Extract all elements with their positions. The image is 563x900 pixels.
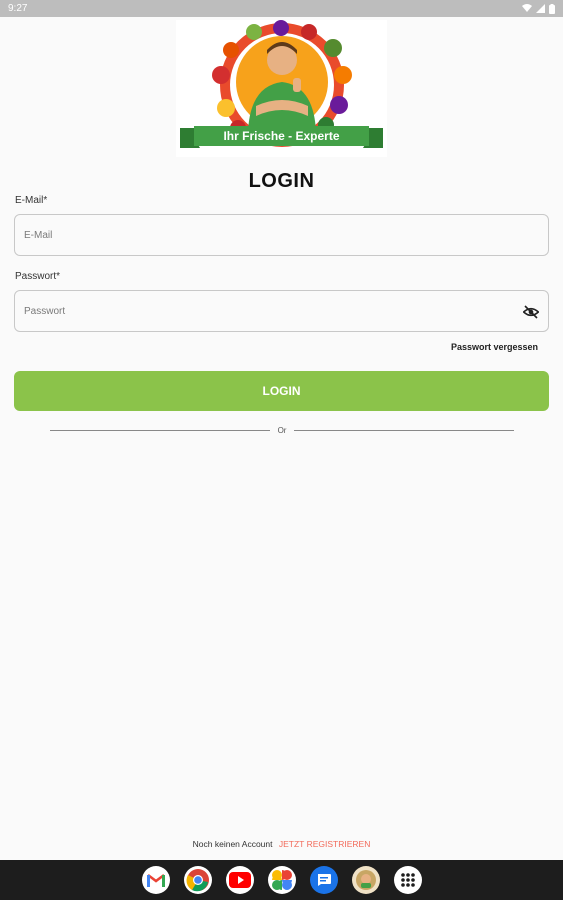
- signal-icon: [536, 4, 545, 13]
- wifi-icon: [522, 4, 532, 12]
- status-icons: [522, 3, 555, 14]
- divider-line-right: [294, 429, 515, 431]
- password-label: Passwort*: [15, 271, 61, 282]
- status-bar: 9:27: [0, 0, 563, 17]
- email-label: E-Mail*: [15, 195, 48, 206]
- forgot-password-link[interactable]: Passwort vergessen: [451, 342, 538, 352]
- taskbar: [0, 860, 563, 900]
- gmail-icon[interactable]: [141, 866, 170, 894]
- register-link[interactable]: JETZT REGISTRIEREN: [279, 839, 370, 849]
- login-button[interactable]: LOGIN: [14, 371, 549, 411]
- divider-line-left: [50, 429, 270, 431]
- visibility-off-icon[interactable]: [523, 304, 539, 320]
- email-field-container: [14, 214, 549, 256]
- status-time: 9:27: [8, 3, 28, 14]
- app-drawer-icon[interactable]: [393, 866, 422, 894]
- photos-icon[interactable]: [267, 866, 296, 894]
- messages-icon[interactable]: [309, 866, 338, 894]
- app-icon[interactable]: [351, 866, 380, 894]
- email-input[interactable]: [24, 229, 539, 241]
- register-text: Noch keinen Account: [192, 839, 273, 849]
- password-field-container: [14, 290, 549, 332]
- password-input[interactable]: [24, 305, 539, 317]
- page-title: LOGIN: [248, 170, 315, 192]
- logo-banner-text: Ihr Frische - Experte: [223, 129, 339, 143]
- or-divider: Or: [50, 424, 515, 436]
- youtube-icon[interactable]: [225, 866, 254, 894]
- register-prompt: Noch keinen Account JETZT REGISTRIEREN: [0, 839, 563, 849]
- battery-icon: [549, 3, 555, 14]
- or-text: Or: [277, 425, 287, 435]
- chrome-icon[interactable]: [183, 866, 212, 894]
- app-logo: Ihr Frische - Experte: [176, 20, 387, 157]
